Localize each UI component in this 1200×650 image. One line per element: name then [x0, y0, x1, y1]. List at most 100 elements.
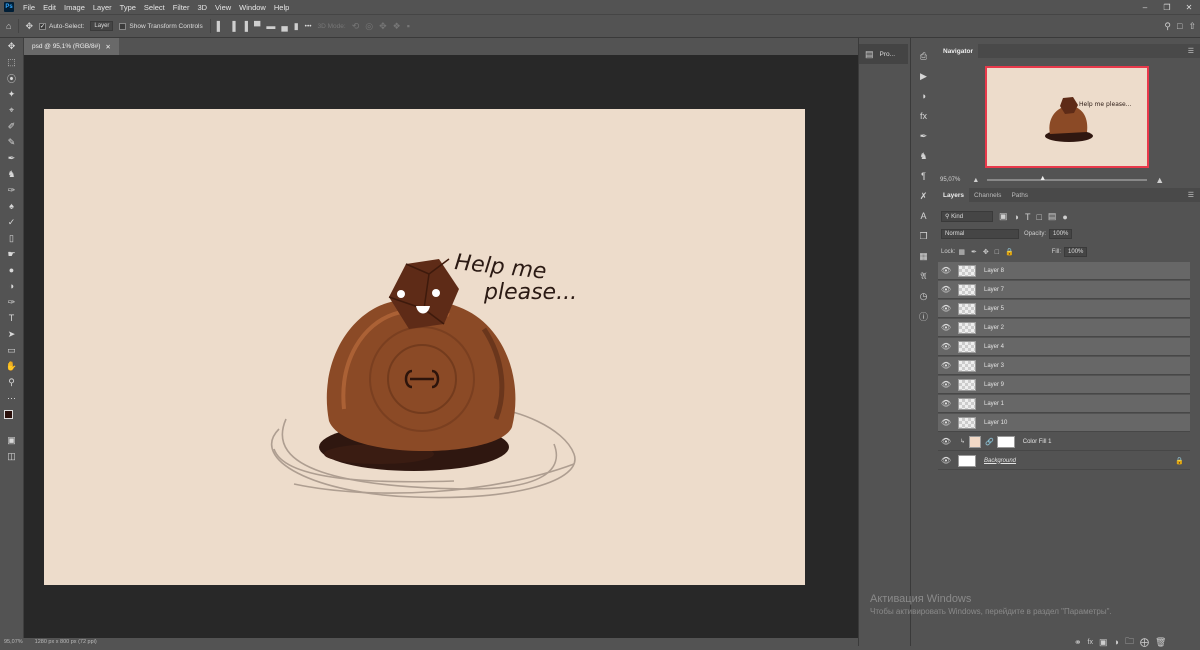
menu-file[interactable]: File	[19, 3, 39, 12]
properties-panel-tab[interactable]: ▤ Pro...	[859, 44, 908, 64]
marquee-tool-icon[interactable]: ⬚	[0, 54, 23, 70]
path-selection-tool-icon[interactable]: ➤	[0, 326, 23, 342]
lock-all-icon[interactable]: 🔒	[1005, 248, 1014, 256]
filter-shape-icon[interactable]: □	[1036, 212, 1041, 222]
tab-channels[interactable]: Channels	[969, 188, 1006, 202]
new-group-icon[interactable]: 🗀	[1125, 634, 1134, 650]
color-swatches[interactable]	[0, 406, 23, 432]
lock-position-icon[interactable]: ✥	[983, 248, 989, 256]
lock-image-icon[interactable]: ✒	[971, 248, 977, 256]
tab-layers[interactable]: Layers	[938, 188, 969, 202]
pan-3d-icon[interactable]: ✥	[379, 21, 387, 32]
paragraph-icon[interactable]: ¶	[911, 166, 936, 186]
blur-tool-icon[interactable]: ●	[0, 262, 23, 278]
visibility-eye-icon[interactable]: 👁	[938, 380, 954, 389]
align-top-icon[interactable]: ▀	[254, 21, 260, 31]
workspace-icon[interactable]: □	[1177, 21, 1182, 31]
lasso-tool-icon[interactable]: ⦿	[0, 70, 23, 86]
align-left-icon[interactable]: ▌	[217, 21, 223, 31]
auto-select-target-dropdown[interactable]: Layer	[90, 21, 114, 31]
layer-row[interactable]: 👁 Background 🔒	[938, 452, 1190, 470]
panel-menu-icon[interactable]: ☰	[1188, 47, 1194, 55]
artboard[interactable]: Help me please...	[44, 109, 805, 585]
screen-mode-icon[interactable]: ◫	[0, 448, 23, 464]
search-icon[interactable]: ⚲	[1164, 21, 1171, 32]
layer-row[interactable]: 👁 Layer 7	[938, 281, 1190, 299]
styles-fx-icon[interactable]: fx	[911, 106, 936, 126]
type-tool-icon[interactable]: T	[0, 310, 23, 326]
dodge-tool-icon[interactable]: ◑	[0, 278, 23, 294]
zoom-tool-icon[interactable]: ⚲	[0, 374, 23, 390]
visibility-eye-icon[interactable]: 👁	[938, 456, 954, 465]
navigator-zoom-readout[interactable]: 95,07%	[940, 177, 960, 183]
layer-mask-thumbnail[interactable]	[996, 435, 1015, 448]
clone-source-icon[interactable]: ♞	[911, 146, 936, 166]
blend-mode-dropdown[interactable]: Normal	[941, 229, 1019, 239]
quick-mask-icon[interactable]: ▣	[0, 432, 23, 448]
menu-edit[interactable]: Edit	[39, 3, 60, 12]
pen-tool-icon[interactable]: ✑	[0, 294, 23, 310]
panel-menu-icon[interactable]: ☰	[1188, 191, 1194, 199]
menu-filter[interactable]: Filter	[169, 3, 194, 12]
align-middle-icon[interactable]: ▬	[266, 21, 275, 31]
close-tab-icon[interactable]: ✕	[105, 43, 110, 51]
opacity-input[interactable]: 100%	[1049, 229, 1073, 239]
info-icon[interactable]: ⓘ	[911, 306, 936, 326]
share-icon[interactable]: ⇧	[1188, 21, 1196, 32]
filter-adjustment-icon[interactable]: ◑	[1014, 212, 1019, 222]
eraser-tool-icon[interactable]: ▯	[0, 230, 23, 246]
visibility-eye-icon[interactable]: 👁	[938, 323, 954, 332]
visibility-eye-icon[interactable]: 👁	[938, 304, 954, 313]
layer-row[interactable]: 👁 Layer 9	[938, 376, 1190, 394]
visibility-eye-icon[interactable]: 👁	[938, 418, 954, 427]
distribute-icon[interactable]: ▮	[294, 21, 299, 32]
layer-style-fx-icon[interactable]: fx	[1088, 639, 1093, 646]
mixer-brush-tool-icon[interactable]: ✓	[0, 214, 23, 230]
hand-tool-icon[interactable]: ✋	[0, 358, 23, 374]
link-icon[interactable]: 🔗	[985, 438, 994, 446]
tools-preset-icon[interactable]: ✗	[911, 186, 936, 206]
document-tab[interactable]: psd @ 95,1% (RGB/8#) ✕	[24, 38, 119, 55]
brush-settings-icon[interactable]: ✒	[911, 126, 936, 146]
rectangle-tool-icon[interactable]: ▭	[0, 342, 23, 358]
scale-3d-icon[interactable]: ▪	[407, 21, 410, 31]
fill-color-thumbnail[interactable]	[969, 435, 982, 448]
libraries-icon[interactable]: ▦	[911, 246, 936, 266]
layer-row[interactable]: 👁 Layer 4	[938, 338, 1190, 356]
lock-artboard-icon[interactable]: □	[995, 249, 999, 256]
glyphs-icon[interactable]: 𝔄	[911, 266, 936, 286]
zoom-slider[interactable]: ▲	[987, 175, 1148, 182]
orbit-3d-icon[interactable]: ⟲	[352, 21, 360, 32]
healing-brush-tool-icon[interactable]: ✎	[0, 134, 23, 150]
roll-3d-icon[interactable]: ◎	[365, 21, 373, 32]
home-icon[interactable]: ⌂	[6, 21, 11, 31]
filter-smart-object-icon[interactable]: ▤	[1048, 211, 1057, 222]
crop-tool-icon[interactable]: ⌖	[0, 102, 23, 118]
align-bottom-icon[interactable]: ▄	[281, 21, 287, 31]
history-brush-tool-icon[interactable]: ✑	[0, 182, 23, 198]
menu-select[interactable]: Select	[140, 3, 169, 12]
slide-3d-icon[interactable]: ❖	[393, 21, 401, 32]
clone-stamp-tool-icon[interactable]: ♞	[0, 166, 23, 182]
layer-row[interactable]: 👁 Layer 5	[938, 300, 1190, 318]
menu-image[interactable]: Image	[60, 3, 89, 12]
canvas-area[interactable]: Help me please...	[24, 55, 858, 638]
zoom-slider-handle[interactable]: ▲	[1039, 175, 1046, 182]
more-tools-icon[interactable]: ⋯	[0, 390, 23, 406]
zoom-in-icon[interactable]: ▲	[1155, 175, 1164, 185]
close-icon[interactable]: ✕	[1178, 0, 1200, 14]
align-right-icon[interactable]: ▐	[242, 21, 248, 31]
layer-row[interactable]: 👁 Layer 10	[938, 414, 1190, 432]
brush-tool-icon[interactable]: ✒	[0, 150, 23, 166]
layer-row[interactable]: 👁 ↳ 🔗 Color Fill 1	[938, 433, 1190, 451]
zoom-out-icon[interactable]: ▲	[972, 177, 979, 184]
filter-kind-dropdown[interactable]: ⚲ Kind	[941, 211, 993, 222]
lock-transparent-icon[interactable]: ▦	[958, 248, 965, 256]
move-tool-icon[interactable]: ✥	[25, 21, 33, 32]
menu-layer[interactable]: Layer	[89, 3, 116, 12]
layer-row[interactable]: 👁 Layer 1	[938, 395, 1190, 413]
visibility-eye-icon[interactable]: 👁	[938, 437, 954, 446]
menu-type[interactable]: Type	[116, 3, 140, 12]
adjustments-icon[interactable]: ◑	[911, 86, 936, 106]
visibility-eye-icon[interactable]: 👁	[938, 285, 954, 294]
